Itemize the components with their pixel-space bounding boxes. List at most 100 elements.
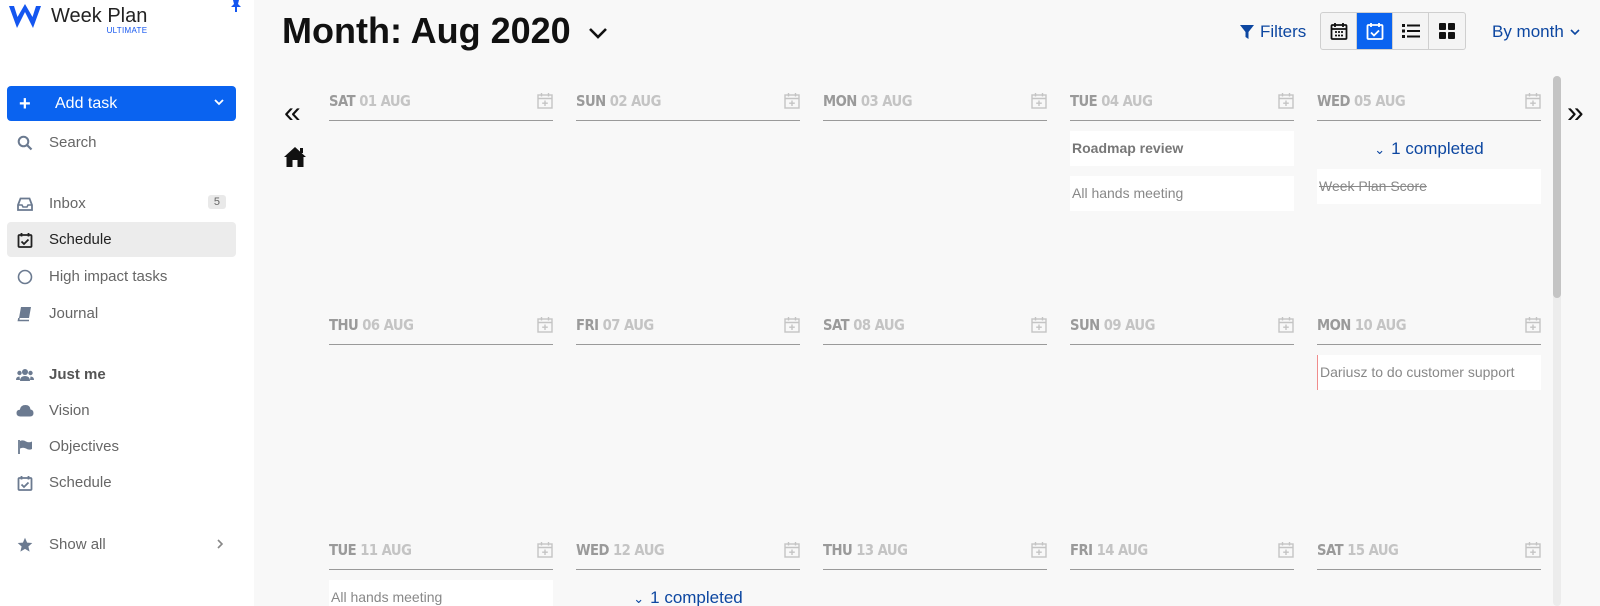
app-logo[interactable]: Week Plan ULTIMATE: [8, 4, 147, 35]
month-title-dropdown[interactable]: Month: Aug 2020: [282, 10, 609, 52]
completed-toggle[interactable]: ⌄ 1 completed: [1317, 139, 1541, 159]
day-of-week: WED: [576, 541, 609, 559]
task-title: All hands meeting: [331, 589, 443, 605]
search-icon: [15, 133, 35, 153]
task-card[interactable]: Week Plan Score: [1317, 169, 1541, 204]
completed-count: 1 completed: [650, 588, 743, 606]
calendar-plus-icon[interactable]: [1525, 316, 1541, 338]
schedule-view-button[interactable]: [1357, 13, 1393, 49]
day-cell[interactable]: SAT 01 AUG: [329, 76, 553, 121]
day-cell[interactable]: THU 13 AUG: [823, 525, 1047, 570]
sidebar-item-label: Objectives: [49, 438, 120, 455]
sidebar-item-schedule[interactable]: Schedule: [7, 222, 236, 257]
sidebar-item-objectives[interactable]: Objectives: [7, 429, 236, 464]
next-month-button[interactable]: »: [1567, 98, 1584, 128]
inbox-icon: [15, 194, 35, 214]
sidebar-item-show-all[interactable]: Show all: [7, 527, 236, 562]
day-cell[interactable]: SUN 09 AUG: [1070, 300, 1294, 345]
task-title: Week Plan Score: [1319, 178, 1427, 194]
day-header: THU 06 AUG: [329, 300, 553, 345]
day-cell[interactable]: SUN 02 AUG: [576, 76, 800, 121]
previous-month-button[interactable]: «: [284, 98, 301, 128]
view-switcher: [1320, 12, 1466, 50]
list-view-button[interactable]: [1393, 13, 1429, 49]
calendar-plus-icon[interactable]: [537, 92, 553, 114]
calendar-view-button[interactable]: [1321, 13, 1357, 49]
day-label: MON 03 AUG: [823, 92, 913, 110]
day-of-week: SAT: [1317, 541, 1344, 559]
chevron-down-icon[interactable]: [212, 95, 226, 109]
day-date: 02 AUG: [609, 92, 662, 110]
calendar-plus-icon[interactable]: [784, 92, 800, 114]
day-date: 11 AUG: [360, 541, 412, 559]
grid-view-button[interactable]: [1429, 13, 1465, 49]
filters-button[interactable]: Filters: [1240, 22, 1306, 42]
filters-label: Filters: [1260, 22, 1307, 41]
day-date: 01 AUG: [359, 92, 411, 110]
day-cell[interactable]: FRI 07 AUG: [576, 300, 800, 345]
day-cell[interactable]: FRI 14 AUG: [1070, 525, 1294, 570]
sidebar-item-vision[interactable]: Vision: [7, 393, 236, 428]
calendar-plus-icon[interactable]: [1525, 92, 1541, 114]
task-card[interactable]: All hands meeting: [329, 580, 553, 606]
day-cell[interactable]: TUE 11 AUG All hands meeting: [329, 525, 553, 606]
day-cell[interactable]: WED 05 AUG ⌄ 1 completed Week Plan Score: [1317, 76, 1541, 204]
add-task-button[interactable]: + Add task: [7, 86, 236, 121]
day-cell[interactable]: SAT 15 AUG: [1317, 525, 1541, 570]
day-label: TUE 04 AUG: [1070, 92, 1153, 110]
cloud-icon: [15, 401, 35, 421]
calendar-plus-icon[interactable]: [537, 541, 553, 563]
sidebar-item-journal[interactable]: Journal: [7, 296, 236, 331]
home-icon[interactable]: [283, 146, 307, 168]
app-title: Week Plan: [51, 5, 148, 27]
day-of-week: MON: [1317, 316, 1351, 334]
calendar-plus-icon[interactable]: [1031, 92, 1047, 114]
sidebar-item-high-impact[interactable]: High impact tasks: [7, 259, 236, 294]
day-label: WED 05 AUG: [1317, 92, 1406, 110]
day-label: SAT 15 AUG: [1317, 541, 1399, 559]
sidebar-item-schedule-2[interactable]: Schedule: [7, 465, 236, 500]
task-card[interactable]: Dariusz to do customer support: [1317, 355, 1541, 390]
day-cell[interactable]: SAT 08 AUG: [823, 300, 1047, 345]
day-header: SAT 08 AUG: [823, 300, 1047, 345]
day-date: 13 AUG: [856, 541, 908, 559]
calendar-plus-icon[interactable]: [1525, 541, 1541, 563]
calendar-check-icon: [15, 230, 35, 250]
task-card[interactable]: Roadmap review: [1070, 131, 1294, 166]
page-title: Month: Aug 2020: [282, 10, 571, 51]
calendar-plus-icon[interactable]: [784, 541, 800, 563]
completed-toggle[interactable]: ⌄ 1 completed: [576, 588, 800, 606]
calendar-plus-icon[interactable]: [1278, 316, 1294, 338]
task-card[interactable]: All hands meeting: [1070, 176, 1294, 211]
calendar-plus-icon[interactable]: [1278, 541, 1294, 563]
calendar-plus-icon[interactable]: [1031, 316, 1047, 338]
calendar-plus-icon[interactable]: [1278, 92, 1294, 114]
calendar-plus-icon[interactable]: [1031, 541, 1047, 563]
task-title: All hands meeting: [1072, 185, 1184, 201]
day-cell[interactable]: WED 12 AUG ⌄ 1 completed: [576, 525, 800, 606]
chevron-down-icon: [1570, 29, 1580, 36]
calendar-plus-icon[interactable]: [784, 316, 800, 338]
sidebar-item-inbox[interactable]: Inbox 5: [7, 186, 236, 221]
day-of-week: TUE: [329, 541, 357, 559]
day-date: 09 AUG: [1103, 316, 1156, 334]
scrollbar-thumb[interactable]: [1553, 76, 1561, 298]
day-cell[interactable]: THU 06 AUG: [329, 300, 553, 345]
pin-icon[interactable]: [230, 0, 242, 12]
day-of-week: FRI: [1070, 541, 1093, 559]
day-of-week: FRI: [576, 316, 599, 334]
task-title: Dariusz to do customer support: [1320, 364, 1515, 380]
day-date: 15 AUG: [1347, 541, 1399, 559]
calendar-plus-icon[interactable]: [537, 316, 553, 338]
day-cell[interactable]: TUE 04 AUG Roadmap review All hands meetin…: [1070, 76, 1294, 211]
book-icon: [15, 304, 35, 324]
group-by-dropdown[interactable]: By month: [1492, 22, 1581, 42]
sidebar-item-just-me[interactable]: Just me: [7, 357, 236, 392]
chevron-down-icon: [588, 28, 607, 39]
day-cell[interactable]: MON 10 AUG Dariusz to do customer support: [1317, 300, 1541, 390]
sidebar-item-search[interactable]: Search: [7, 125, 236, 160]
day-header: MON 10 AUG: [1317, 300, 1541, 345]
day-date: 10 AUG: [1354, 316, 1407, 334]
day-cell[interactable]: MON 03 AUG: [823, 76, 1047, 121]
day-label: SAT 01 AUG: [329, 92, 411, 110]
